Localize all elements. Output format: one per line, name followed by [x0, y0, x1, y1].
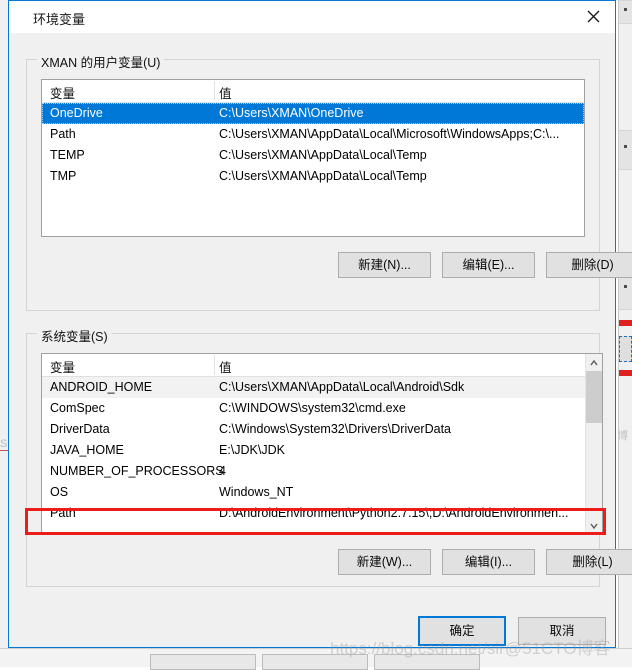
delete-user-variable-button[interactable]: 删除(D) — [546, 252, 632, 278]
system-variables-list[interactable]: 变量 值 ANDROID_HOME C:\Users\XMAN\AppData\… — [41, 353, 603, 535]
column-header-value[interactable]: 值 — [219, 83, 232, 102]
user-variables-list[interactable]: 变量 值 OneDrive C:\Users\XMAN\OneDrive Pat… — [41, 79, 585, 237]
variable-name: TMP — [50, 169, 77, 183]
background-right-dot — [624, 145, 627, 148]
system-variables-group: 系统变量(S) 变量 值 ANDROID_HOME C:\Users\XMAN\… — [26, 326, 632, 587]
column-header-variable[interactable]: 变量 — [50, 357, 75, 376]
edit-user-variable-button[interactable]: 编辑(E)... — [442, 252, 535, 278]
variable-name: OS — [50, 485, 69, 499]
system-variables-header: 变量 值 — [42, 354, 602, 377]
table-row[interactable]: ComSpec C:\WINDOWS\system32\cmd.exe — [42, 398, 602, 419]
variable-value: E:\JDK\JDK — [219, 443, 285, 457]
user-variables-legend: XMAN 的用户变量(U) — [37, 52, 165, 71]
column-divider[interactable] — [214, 355, 215, 375]
dialog-title: 环境变量 — [33, 12, 86, 27]
variable-name: ComSpec — [50, 401, 105, 415]
variable-name: OneDrive — [50, 106, 103, 120]
scroll-down-arrow-icon[interactable] — [586, 517, 602, 534]
watermark: https://blog.csdn.net/sir@51CTO博客 — [330, 639, 611, 658]
background-right-watermark: 博 — [617, 430, 628, 442]
new-user-variable-button[interactable]: 新建(N)... — [338, 252, 431, 278]
column-divider[interactable] — [214, 81, 215, 101]
variable-value: C:\Users\XMAN\AppData\Local\Temp — [219, 169, 427, 183]
background-right-dot — [624, 8, 627, 11]
variable-value: C:\Windows\System32\Drivers\DriverData — [219, 422, 451, 436]
variable-name: ANDROID_HOME — [50, 380, 153, 394]
close-button[interactable] — [571, 1, 615, 32]
system-variables-rows: ANDROID_HOME C:\Users\XMAN\AppData\Local… — [42, 377, 602, 524]
variable-name: Path — [50, 127, 76, 141]
close-icon — [587, 10, 600, 23]
variable-name: TEMP — [50, 148, 85, 162]
new-system-variable-button[interactable]: 新建(W)... — [338, 549, 431, 575]
variable-value: C:\WINDOWS\system32\cmd.exe — [219, 401, 406, 415]
user-variables-header: 变量 值 — [42, 80, 584, 103]
environment-variables-dialog: 环境变量 XMAN 的用户变量(U) 变量 值 OneDrive C:\User… — [8, 0, 632, 648]
variable-value: C:\Users\XMAN\AppData\Local\Temp — [219, 148, 427, 162]
variable-value: 4 — [219, 464, 226, 478]
user-variables-rows: OneDrive C:\Users\XMAN\OneDrive Path C:\… — [42, 103, 584, 187]
variable-name: NUMBER_OF_PROCESSORS — [50, 464, 224, 478]
table-row[interactable]: ANDROID_HOME C:\Users\XMAN\AppData\Local… — [42, 377, 602, 398]
variable-name: JAVA_HOME — [50, 443, 124, 457]
table-row[interactable]: Path C:\Users\XMAN\AppData\Local\Microso… — [42, 124, 584, 145]
background-bottom-button — [150, 654, 256, 670]
background-right-red-mark — [619, 320, 632, 326]
background-right-dot — [624, 285, 627, 288]
column-header-variable[interactable]: 变量 — [50, 83, 75, 102]
table-row[interactable]: OS Windows_NT — [42, 482, 602, 503]
variable-value: C:\Users\XMAN\OneDrive — [219, 106, 364, 120]
column-header-value[interactable]: 值 — [219, 357, 232, 376]
table-row[interactable]: OneDrive C:\Users\XMAN\OneDrive — [42, 103, 584, 124]
table-row[interactable]: Path D:\AndroidEnvironment\Python2.7.15\… — [42, 503, 602, 524]
variable-value: D:\AndroidEnvironment\Python2.7.15\;D:\A… — [219, 506, 569, 520]
table-row[interactable]: NUMBER_OF_PROCESSORS 4 — [42, 461, 602, 482]
table-row[interactable]: TEMP C:\Users\XMAN\AppData\Local\Temp — [42, 145, 584, 166]
dialog-client-area: XMAN 的用户变量(U) 变量 值 OneDrive C:\Users\XMA… — [9, 33, 632, 647]
table-row[interactable]: DriverData C:\Windows\System32\Drivers\D… — [42, 419, 602, 440]
variable-value: C:\Users\XMAN\AppData\Local\Microsoft\Wi… — [219, 127, 560, 141]
table-row[interactable]: TMP C:\Users\XMAN\AppData\Local\Temp — [42, 166, 584, 187]
title-bar: 环境变量 — [9, 1, 615, 34]
scroll-up-arrow-icon[interactable] — [586, 354, 602, 371]
system-variables-scrollbar[interactable] — [585, 354, 602, 534]
background-right-red-mark — [619, 370, 632, 376]
delete-system-variable-button[interactable]: 删除(L) — [546, 549, 632, 575]
scrollbar-thumb[interactable] — [586, 371, 602, 423]
table-row[interactable]: JAVA_HOME E:\JDK\JDK — [42, 440, 602, 461]
system-variables-legend: 系统变量(S) — [37, 326, 112, 345]
edit-system-variable-button[interactable]: 编辑(I)... — [442, 549, 535, 575]
variable-value: Windows_NT — [219, 485, 294, 499]
variable-name: DriverData — [50, 422, 110, 436]
variable-name: Path — [50, 506, 76, 520]
background-right-strip — [619, 130, 632, 170]
background-right-strip — [619, 0, 632, 24]
variable-value: C:\Users\XMAN\AppData\Local\Android\Sdk — [219, 380, 465, 394]
user-variables-group: XMAN 的用户变量(U) 变量 值 OneDrive C:\Users\XMA… — [26, 52, 632, 311]
background-right-blue-mark — [619, 336, 632, 362]
